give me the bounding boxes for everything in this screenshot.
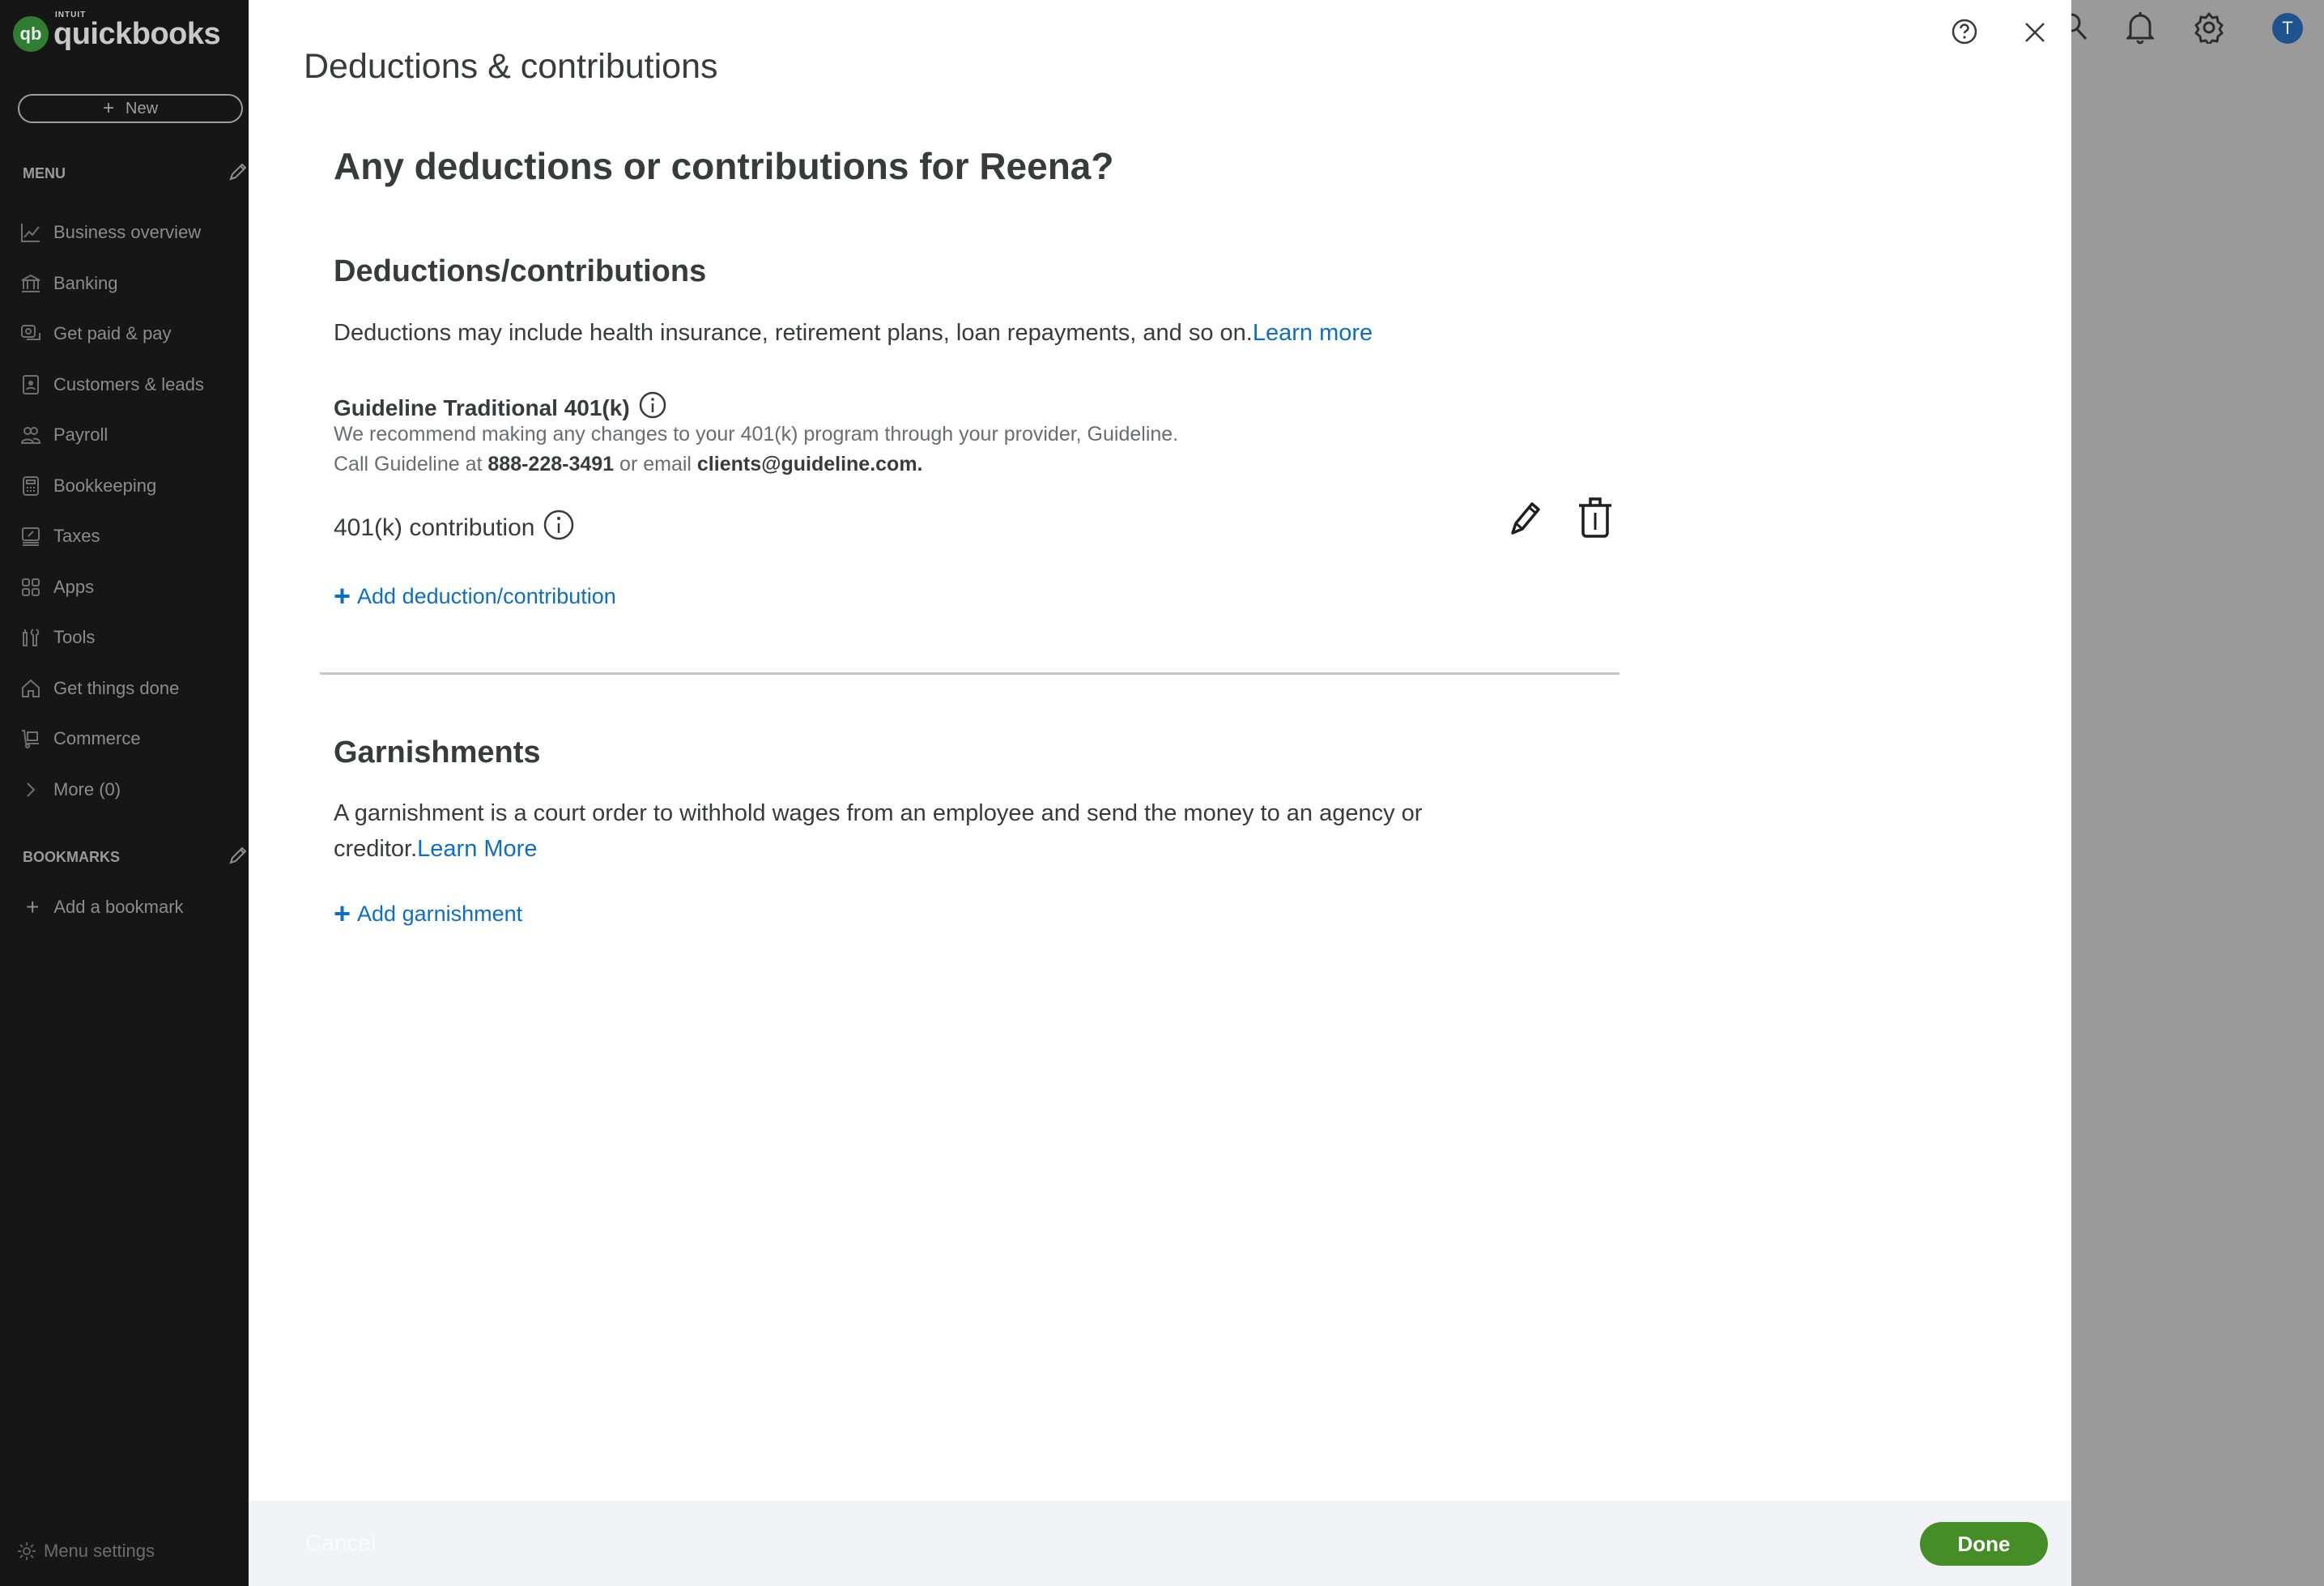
sidebar-item-get-paid-pay[interactable]: Get paid & pay [0, 309, 249, 360]
provider-email: clients@guideline.com. [696, 453, 923, 475]
gear-icon [18, 1542, 36, 1560]
edit-menu-icon[interactable] [228, 162, 248, 181]
plan-name: Guideline Traditional 401(k) [334, 390, 667, 425]
plus-icon: + [102, 97, 114, 119]
sidebar: qb INTUIT quickbooks + New MENU Business… [0, 0, 249, 1586]
sidebar-item-payroll[interactable]: Payroll [0, 410, 249, 461]
apps-grid-icon [19, 576, 42, 599]
plus-icon: + [334, 579, 351, 612]
sidebar-item-tools[interactable]: Tools [0, 612, 249, 663]
brand-name: quickbooks [53, 16, 221, 51]
edit-deduction-button[interactable] [1508, 497, 1545, 538]
add-garnishment-button[interactable]: + Add garnishment [334, 899, 522, 928]
sidebar-item-taxes[interactable]: Taxes [0, 511, 249, 562]
bookmarks-label: BOOKMARKS [23, 849, 120, 865]
deduction-item: 401(k) contribution [334, 509, 575, 548]
panel-footer: Cancel Done [249, 1501, 2071, 1586]
done-button[interactable]: Done [1920, 1522, 2048, 1566]
brand-small: INTUIT [55, 10, 87, 19]
chart-line-icon [19, 221, 42, 244]
deductions-learn-more-link[interactable]: Learn more [1253, 320, 1373, 346]
quickbooks-logo[interactable]: qb INTUIT quickbooks [13, 11, 221, 52]
contacts-icon [19, 373, 42, 396]
sidebar-item-commerce[interactable]: Commerce [0, 714, 249, 765]
home-icon [19, 677, 42, 700]
calculator-icon [19, 475, 42, 497]
edit-bookmarks-icon[interactable] [228, 846, 248, 865]
plus-icon: + [334, 897, 351, 930]
logo-mark: qb [13, 16, 49, 52]
new-button[interactable]: + New [18, 94, 243, 123]
add-bookmark-button[interactable]: + Add a bookmark [26, 894, 184, 920]
sidebar-item-get-things-done[interactable]: Get things done [0, 663, 249, 714]
panel-title: Deductions & contributions [304, 47, 718, 86]
chevron-right-icon [19, 778, 42, 801]
sidebar-item-banking[interactable]: Banking [0, 258, 249, 309]
bell-icon[interactable] [2125, 11, 2156, 49]
payment-icon [19, 322, 42, 345]
add-deduction-button[interactable]: + Add deduction/contribution [334, 582, 616, 611]
deductions-panel: Deductions & contributions Any deduction… [249, 0, 2071, 1586]
sidebar-item-bookkeeping[interactable]: Bookkeeping [0, 461, 249, 512]
menu-label: MENU [23, 165, 66, 181]
garnishments-description-line1: A garnishment is a court order to withho… [334, 800, 1423, 826]
provider-phone: 888-228-3491 [487, 453, 615, 475]
delete-deduction-button[interactable] [1577, 496, 1613, 539]
info-icon[interactable] [638, 390, 667, 425]
cancel-button[interactable]: Cancel [305, 1530, 376, 1556]
people-icon [19, 424, 42, 446]
close-icon[interactable] [2022, 19, 2048, 45]
pencil-icon [1511, 502, 1540, 535]
tools-icon [19, 626, 42, 649]
garnishments-description-line2: creditor.Learn More [334, 836, 538, 862]
menu-settings-button[interactable]: Menu settings [16, 1541, 155, 1562]
trash-icon [1579, 497, 1611, 538]
tax-icon [19, 525, 42, 548]
help-icon[interactable] [1951, 18, 1978, 45]
deductions-description: Deductions may include health insurance,… [334, 320, 1373, 346]
page-heading: Any deductions or contributions for Reen… [334, 145, 1114, 187]
new-button-label: New [126, 99, 159, 117]
sidebar-item-business-overview[interactable]: Business overview [0, 207, 249, 258]
bank-icon [19, 272, 42, 295]
sidebar-item-customers-leads[interactable]: Customers & leads [0, 360, 249, 411]
sidebar-nav: Business overview Banking Get paid & pay… [0, 207, 249, 815]
user-avatar[interactable]: T [2272, 13, 2303, 44]
section-divider [320, 672, 1620, 675]
sidebar-item-more[interactable]: More (0) [0, 765, 249, 816]
deductions-heading: Deductions/contributions [334, 254, 707, 288]
settings-gear-icon[interactable] [2193, 11, 2225, 48]
info-icon[interactable] [543, 509, 575, 548]
plan-description-line2: Call Guideline at 888-228-3491 or email … [334, 453, 923, 475]
plus-icon: + [26, 894, 40, 919]
garnishments-heading: Garnishments [334, 735, 541, 770]
garnishments-learn-more-link[interactable]: Learn More [417, 836, 537, 862]
deduction-item-label: 401(k) contribution [334, 514, 535, 541]
cart-icon [19, 727, 42, 750]
sidebar-item-apps[interactable]: Apps [0, 562, 249, 613]
plan-description-line1: We recommend making any changes to your … [334, 423, 1179, 446]
